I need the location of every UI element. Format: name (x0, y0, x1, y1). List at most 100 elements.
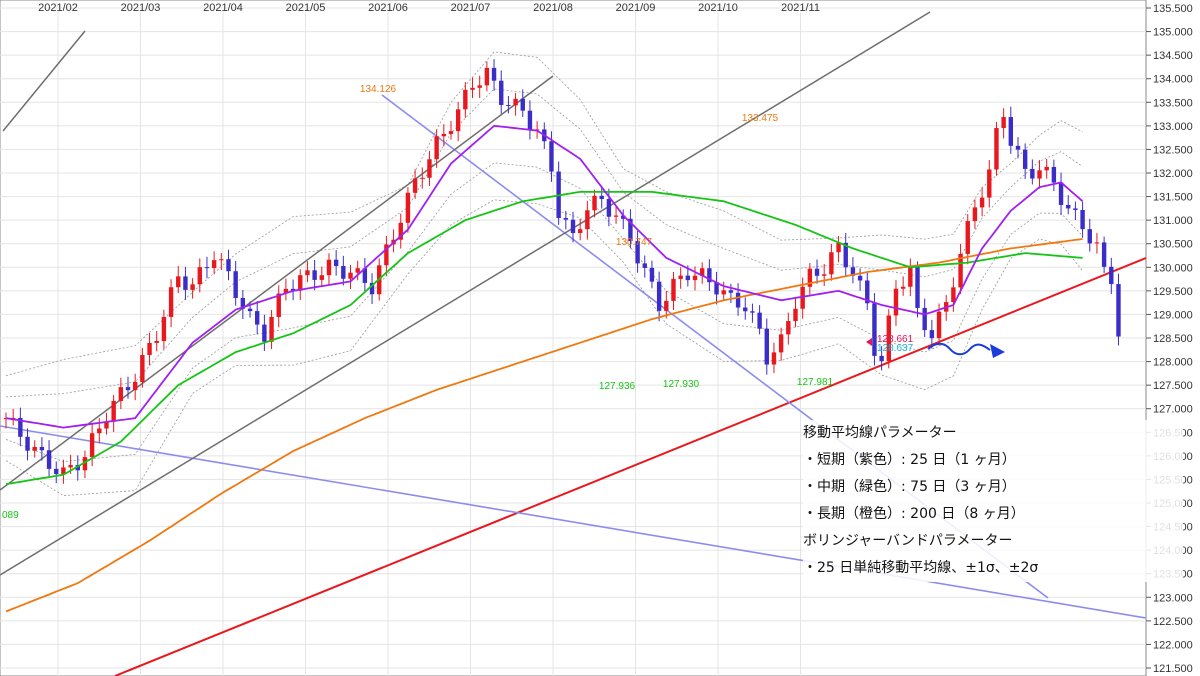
candle-body (613, 215, 619, 217)
candle-body (491, 67, 497, 81)
parameter-legend: 移動平均線パラメーター ・短期（紫色）: 25 日（1 ヶ月） ・中期（緑色）:… (803, 420, 1183, 582)
price-annotation: 134.126 (360, 84, 397, 95)
y-tick-label: 129.500 (1153, 286, 1193, 298)
candle-body (1001, 117, 1006, 129)
candle-body (721, 290, 726, 295)
candle-body (814, 268, 820, 276)
y-tick-label: 135.000 (1153, 27, 1193, 39)
candle-body (420, 177, 425, 179)
x-tick-label: 2021/10 (698, 2, 738, 14)
y-tick-label: 130.500 (1153, 239, 1193, 251)
price-annotation: 127.936 (599, 381, 636, 392)
candle-body (585, 210, 590, 230)
candle-body (405, 192, 411, 223)
candle-body (1051, 166, 1057, 183)
y-tick-label: 131.000 (1153, 215, 1193, 227)
candle-body (513, 98, 518, 106)
y-tick-label: 121.500 (1153, 663, 1193, 675)
candle-body (341, 266, 346, 279)
y-tick-label: 122.500 (1153, 616, 1193, 628)
candle-body (606, 199, 612, 217)
candle-body (276, 293, 281, 317)
price-annotation: 130.747 (616, 237, 653, 248)
candle-body (118, 387, 124, 401)
y-tick-label: 132.500 (1153, 144, 1193, 156)
candle-body (570, 219, 576, 233)
candle-body (233, 271, 238, 298)
y-tick-label: 129.000 (1153, 309, 1193, 321)
candle-body (470, 87, 475, 90)
y-tick-label: 131.500 (1153, 192, 1193, 204)
x-tick-label: 2021/06 (368, 2, 408, 14)
candle-body (1015, 145, 1021, 150)
candle-body (1022, 149, 1028, 169)
candle-body (836, 242, 841, 253)
candle-body (355, 268, 360, 273)
y-tick-label: 135.500 (1153, 3, 1193, 15)
candle-body (829, 252, 834, 275)
candle-body (197, 267, 202, 285)
candle-body (908, 267, 913, 287)
candle-body (348, 272, 353, 279)
candle-body (161, 316, 167, 342)
y-tick-label: 122.000 (1153, 639, 1193, 651)
candle-body (599, 195, 604, 200)
candle-body (211, 260, 217, 269)
candle-body (298, 275, 303, 291)
candle-body (735, 292, 741, 308)
candle-body (678, 275, 683, 279)
candle-body (822, 274, 827, 276)
candle-body (549, 141, 554, 172)
candle-body (750, 311, 755, 313)
candle-body (987, 169, 992, 198)
candle-body (326, 259, 332, 276)
y-tick-label: 133.500 (1153, 97, 1193, 109)
price-annotation: 127.981 (797, 377, 834, 388)
price-annotation: 127.930 (663, 379, 700, 390)
candle-body (46, 450, 52, 469)
candle-body (484, 67, 490, 86)
candle-body (226, 259, 231, 272)
y-tick-label: 127.000 (1153, 404, 1193, 416)
candle-body (972, 207, 978, 222)
candle-body (477, 85, 482, 88)
candle-body (154, 341, 159, 343)
price-annotation: 128.637 (877, 343, 914, 354)
candle-body (893, 288, 899, 316)
candle-body (1087, 229, 1092, 244)
y-tick-label: 132.000 (1153, 168, 1193, 180)
legend-mid: ・中期（緑色）: 75 日（3 ヶ月） (803, 479, 1016, 495)
legend-bb: ・25 日単純移動平均線、±1σ、±2σ (803, 560, 1039, 576)
candle-body (255, 311, 260, 325)
candle-body (455, 109, 461, 132)
candle-body (1116, 284, 1121, 337)
candle-body (305, 270, 310, 276)
y-tick-label: 133.000 (1153, 121, 1193, 133)
candle-body (1044, 166, 1049, 171)
candle-body (412, 178, 418, 193)
candle-body (190, 284, 195, 290)
candle-body (204, 267, 210, 269)
candle-body (900, 286, 906, 289)
candle-body (89, 433, 95, 458)
candle-body (656, 281, 662, 311)
candle-body (32, 446, 37, 451)
candle-body (39, 446, 45, 451)
candle-body (965, 221, 970, 254)
candle-body (642, 263, 647, 268)
candle-body (219, 259, 224, 261)
candle-body (728, 290, 734, 293)
candle-body (771, 352, 777, 365)
candle-body (247, 308, 253, 312)
candle-body (68, 465, 73, 468)
y-tick-label: 123.000 (1153, 592, 1193, 604)
candle-body (499, 80, 504, 105)
candle-body (111, 400, 116, 422)
candle-body (140, 355, 145, 382)
candle-body (879, 355, 884, 362)
candle-body (979, 197, 985, 208)
x-tick-label: 2021/08 (533, 2, 573, 14)
y-tick-label: 134.500 (1153, 50, 1193, 62)
candle-body (1094, 242, 1100, 244)
candle-body (786, 321, 791, 335)
